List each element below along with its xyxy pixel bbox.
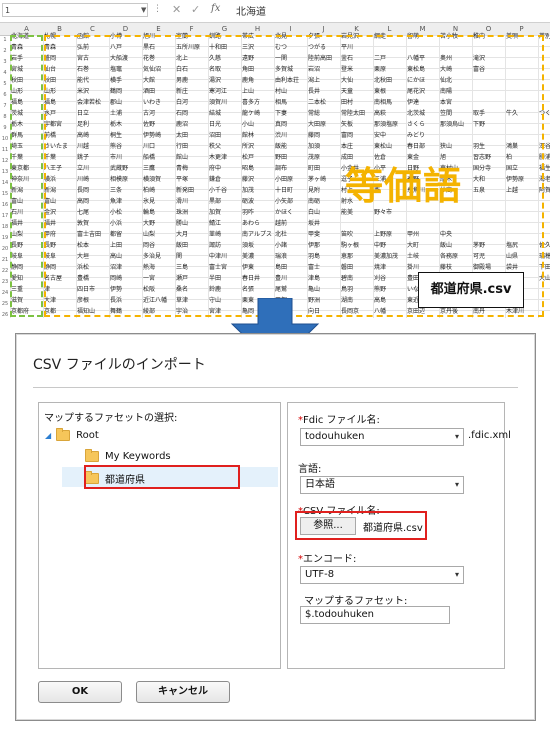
row-header[interactable]: 16 [0, 200, 10, 211]
spreadsheet: 1 ▼ ⋮ ✕ ✓ fx 北海道 ABCDEFGHIJKLMNOPQ 12345… [0, 0, 550, 318]
tree-item-my-keywords[interactable]: My Keywords [85, 449, 171, 462]
highlight-box-csv [295, 511, 427, 540]
prefecture-cell[interactable]: 大阪府 [11, 317, 42, 318]
tree-root[interactable]: ◢ Root [45, 428, 99, 441]
cancel-entry-icon[interactable]: ✕ [172, 3, 181, 16]
row-header[interactable]: 8 [0, 112, 10, 123]
row-header[interactable]: 17 [0, 211, 10, 222]
dialog-title: CSV ファイルのインポート [33, 357, 206, 373]
row-header[interactable]: 23 [0, 277, 10, 288]
highlight-box-facet [84, 465, 240, 489]
synonym-cell[interactable]: 大阪 [44, 317, 75, 318]
row-header[interactable]: 6 [0, 90, 10, 101]
row-header[interactable]: 15 [0, 189, 10, 200]
synonym-cell[interactable]: 豊中 [143, 317, 174, 318]
row-header[interactable]: 26 [0, 310, 10, 318]
encoding-label: *エンコード: [298, 554, 357, 565]
row-header[interactable]: 10 [0, 134, 10, 145]
name-box-dropdown-icon[interactable]: ▼ [141, 6, 146, 14]
folder-icon [56, 428, 71, 441]
name-box[interactable]: 1 [2, 3, 148, 17]
row-header[interactable]: 2 [0, 46, 10, 57]
chevron-down-icon[interactable]: ▾ [455, 429, 459, 445]
row-header[interactable]: 20 [0, 244, 10, 255]
folder-icon [85, 449, 99, 462]
row-header[interactable]: 13 [0, 167, 10, 178]
expand-triangle-icon[interactable]: ◢ [45, 431, 51, 440]
row-header[interactable]: 12 [0, 156, 10, 167]
csv-import-dialog: CSV ファイルのインポート マップするファセットの選択: ◢ Root My … [15, 333, 536, 721]
synonym-cell[interactable]: 富田林 [506, 317, 537, 318]
row-header[interactable]: 24 [0, 288, 10, 299]
formula-value[interactable]: 北海道 [236, 3, 266, 18]
encoding-select[interactable]: UTF-8 ▾ [300, 566, 464, 584]
row-header[interactable]: 22 [0, 266, 10, 277]
row-header[interactable]: 18 [0, 222, 10, 233]
synonym-cell[interactable]: 池田 [176, 317, 207, 318]
fdic-suffix: .fdic.xml [468, 430, 511, 441]
fdic-filename-label: *Fdic ファイル名: [298, 415, 380, 426]
column-a-selection [10, 35, 43, 317]
row-header[interactable]: 7 [0, 101, 10, 112]
synonym-cell[interactable]: 岸和田 [110, 317, 141, 318]
facet-map-label: マップするファセット: [304, 596, 408, 607]
synonym-cell[interactable]: 枚方 [374, 317, 405, 318]
ok-button[interactable]: OK [38, 681, 122, 703]
row-header[interactable]: 9 [0, 123, 10, 134]
row-header[interactable]: 11 [0, 145, 10, 156]
language-select[interactable]: 日本語 ▾ [300, 476, 464, 494]
row-header[interactable]: 5 [0, 79, 10, 90]
confirm-entry-icon[interactable]: ✓ [191, 3, 200, 16]
facet-map-field[interactable]: $.todouhuken [300, 606, 450, 624]
chevron-down-icon[interactable]: ▾ [455, 477, 459, 493]
tree-item-label: My Keywords [105, 451, 171, 462]
row-header[interactable]: 3 [0, 57, 10, 68]
fdic-filename-combo[interactable]: todouhuken ▾ [300, 428, 464, 446]
chevron-down-icon[interactable]: ▾ [455, 567, 459, 583]
title-divider [33, 387, 518, 388]
tree-root-label: Root [76, 430, 99, 441]
formula-dots-icon: ⋮ [153, 4, 162, 14]
settings-pane: *Fdic ファイル名: todouhuken ▾ .fdic.xml 言語: 日… [287, 402, 511, 669]
cancel-button[interactable]: キャンセル [136, 681, 230, 703]
language-label: 言語: [298, 464, 322, 475]
insert-function-icon[interactable]: fx [211, 3, 220, 14]
row-header[interactable]: 21 [0, 255, 10, 266]
synonym-cell[interactable]: 茨木 [407, 317, 438, 318]
synonym-cell[interactable]: 寝屋川 [539, 317, 550, 318]
csv-file-label: 都道府県.csv [418, 272, 524, 308]
row-header[interactable]: 25 [0, 299, 10, 310]
row-header[interactable]: 14 [0, 178, 10, 189]
row-header[interactable]: 19 [0, 233, 10, 244]
facet-selection-label: マップするファセットの選択: [44, 413, 178, 424]
synonym-cell[interactable]: 堺 [77, 317, 108, 318]
synonym-cell[interactable]: 守口 [341, 317, 372, 318]
formula-bar: 1 ▼ ⋮ ✕ ✓ fx 北海道 [0, 0, 550, 23]
row-header[interactable]: 1 [0, 35, 10, 46]
facet-selection-pane: マップするファセットの選択: ◢ Root My Keywords 都道府県 [38, 402, 281, 669]
synonym-overlay-label: 等価語 [345, 164, 463, 208]
synonym-cell[interactable]: 泉佐野 [473, 317, 504, 318]
row-header[interactable]: 4 [0, 68, 10, 79]
synonym-cell[interactable]: 八尾 [440, 317, 471, 318]
